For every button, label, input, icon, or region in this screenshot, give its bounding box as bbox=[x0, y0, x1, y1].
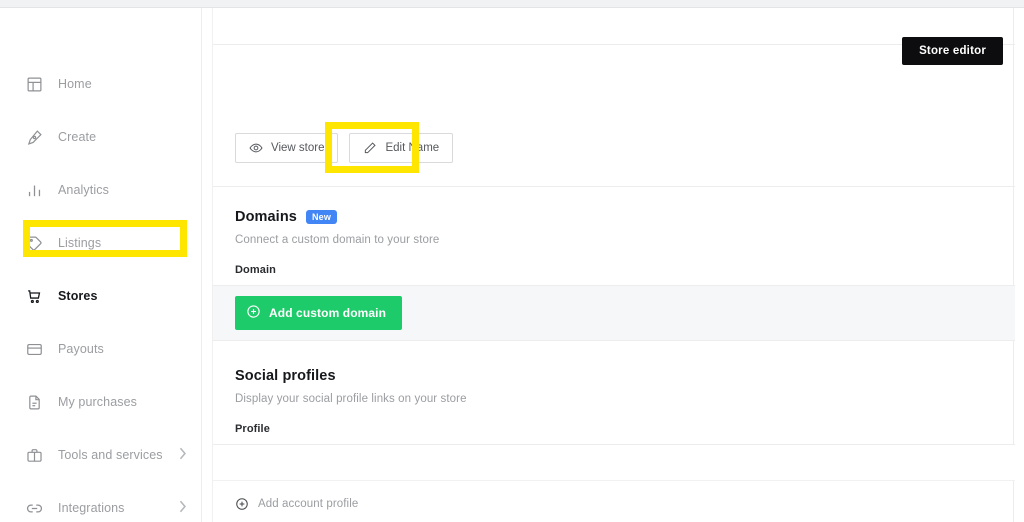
sidebar-item-label: Tools and services bbox=[58, 448, 163, 462]
social-profiles-title: Social profiles bbox=[235, 368, 336, 384]
domains-title: Domains bbox=[235, 209, 297, 225]
eye-icon bbox=[249, 141, 263, 155]
add-account-profile-label: Add account profile bbox=[258, 498, 359, 510]
main-content: Store editor View store Edit Name Domain… bbox=[212, 8, 1015, 522]
domains-subtitle: Connect a custom domain to your store bbox=[235, 234, 440, 246]
sidebar-item-label: My purchases bbox=[58, 395, 138, 409]
pen-tool-icon bbox=[24, 127, 44, 147]
sidebar-item-stores[interactable]: Stores bbox=[0, 276, 201, 316]
social-column-header: Profile bbox=[235, 423, 270, 435]
view-store-label: View store bbox=[271, 142, 325, 154]
store-editor-button[interactable]: Store editor bbox=[902, 37, 1003, 65]
domains-section: Domains New Connect a custom domain to y… bbox=[213, 186, 1015, 341]
social-profiles-empty-row bbox=[213, 444, 1015, 481]
edit-name-button[interactable]: Edit Name bbox=[349, 133, 454, 163]
store-action-row: View store Edit Name bbox=[235, 133, 454, 163]
sidebar-item-label: Analytics bbox=[58, 183, 109, 197]
social-heading-row: Social profiles bbox=[235, 368, 993, 384]
pencil-icon bbox=[363, 141, 377, 155]
link-icon bbox=[24, 498, 44, 518]
sidebar-item-integrations[interactable]: Integrations bbox=[0, 488, 201, 522]
content-top-divider bbox=[213, 44, 1015, 45]
add-custom-domain-button[interactable]: Add custom domain bbox=[235, 296, 403, 330]
social-profiles-subtitle: Display your social profile links on you… bbox=[235, 393, 467, 405]
domains-section-body: Domains New Connect a custom domain to y… bbox=[213, 187, 1015, 276]
status-badge: New bbox=[305, 210, 338, 224]
sidebar-item-label: Stores bbox=[58, 289, 98, 303]
layout-icon bbox=[24, 74, 44, 94]
chevron-right-icon bbox=[178, 500, 187, 516]
sidebar-item-listings[interactable]: Listings bbox=[0, 223, 201, 263]
cart-icon bbox=[24, 286, 44, 306]
briefcase-icon bbox=[24, 445, 44, 465]
chevron-right-icon bbox=[178, 447, 187, 463]
sidebar-item-label: Payouts bbox=[58, 342, 104, 356]
add-custom-domain-label: Add custom domain bbox=[269, 306, 387, 320]
sidebar-item-create[interactable]: Create bbox=[0, 117, 201, 157]
sidebar-item-label: Home bbox=[58, 77, 92, 91]
plus-circle-icon bbox=[246, 304, 261, 322]
browser-top-strip bbox=[0, 0, 1024, 8]
sidebar-item-my-purchases[interactable]: My purchases bbox=[0, 382, 201, 422]
sidebar-item-label: Integrations bbox=[58, 501, 125, 515]
sidebar-item-payouts[interactable]: Payouts bbox=[0, 329, 201, 369]
sidebar-item-analytics[interactable]: Analytics bbox=[0, 170, 201, 210]
bar-chart-icon bbox=[24, 180, 44, 200]
social-add-row: Add account profile bbox=[213, 481, 1015, 516]
sidebar-item-label: Listings bbox=[58, 236, 102, 250]
tag-icon bbox=[24, 233, 44, 253]
edit-name-label: Edit Name bbox=[385, 142, 440, 154]
social-profiles-section: Social profiles Display your social prof… bbox=[213, 346, 1015, 516]
sidebar-item-home[interactable]: Home bbox=[0, 64, 201, 104]
view-store-button[interactable]: View store bbox=[235, 133, 339, 163]
plus-circle-icon bbox=[235, 497, 249, 511]
card-icon bbox=[24, 339, 44, 359]
sidebar: Home Create Analytics Listings Stores Pa… bbox=[0, 8, 202, 522]
sidebar-item-label: Create bbox=[58, 130, 97, 144]
domains-heading-row: Domains New bbox=[235, 209, 993, 225]
domains-action-band: Add custom domain bbox=[213, 285, 1015, 341]
add-account-profile-link[interactable]: Add account profile bbox=[235, 497, 358, 511]
app-root: Home Create Analytics Listings Stores Pa… bbox=[0, 0, 1024, 522]
sidebar-nav-list: Home Create Analytics Listings Stores Pa… bbox=[0, 8, 201, 522]
document-icon bbox=[24, 392, 44, 412]
domains-column-header: Domain bbox=[235, 264, 276, 276]
store-editor-button-wrap: Store editor bbox=[902, 37, 1003, 65]
sidebar-item-tools-and-services[interactable]: Tools and services bbox=[0, 435, 201, 475]
social-section-body: Social profiles Display your social prof… bbox=[213, 346, 1015, 435]
